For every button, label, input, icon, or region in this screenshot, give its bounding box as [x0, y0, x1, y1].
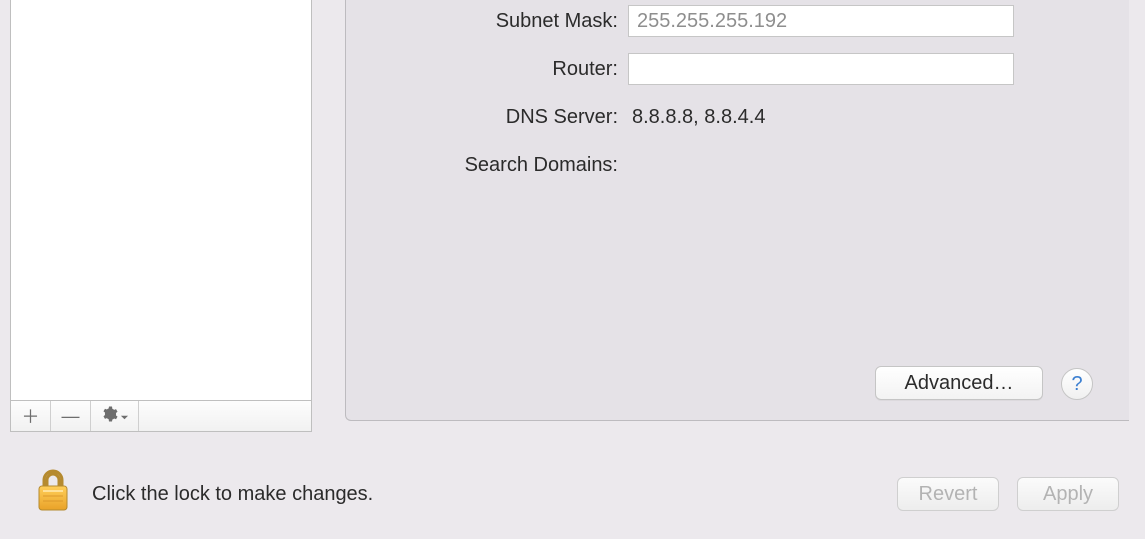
help-icon: ? — [1071, 373, 1082, 396]
toolbar-spacer — [139, 401, 311, 431]
gear-icon — [100, 405, 118, 428]
remove-interface-button[interactable]: — — [51, 401, 91, 431]
interface-actions-menu[interactable] — [91, 401, 139, 431]
search-domains-row: Search Domains: — [432, 148, 1072, 182]
add-interface-button[interactable]: ＋ — [11, 401, 51, 431]
window-footer: Click the lock to make changes. Revert A… — [0, 449, 1145, 539]
router-row: Router: — [432, 52, 1072, 86]
dns-server-row: DNS Server: 8.8.8.8, 8.8.4.4 — [432, 100, 1072, 134]
sidebar-toolbar: ＋ — — [11, 400, 311, 431]
router-field[interactable] — [628, 53, 1014, 85]
revert-button[interactable]: Revert — [897, 477, 999, 511]
router-label: Router: — [432, 58, 628, 81]
lock-icon[interactable] — [36, 469, 92, 519]
network-interfaces-panel: ＋ — — [10, 0, 312, 432]
advanced-button[interactable]: Advanced… — [875, 366, 1043, 400]
plus-icon: ＋ — [22, 403, 40, 429]
dns-server-label: DNS Server: — [432, 106, 628, 129]
lock-hint-text: Click the lock to make changes. — [92, 483, 879, 506]
interface-details-panel: Subnet Mask: 255.255.255.192 Router: DNS… — [345, 0, 1129, 421]
search-domains-value — [628, 154, 632, 176]
network-interfaces-list[interactable] — [11, 0, 311, 400]
search-domains-label: Search Domains: — [432, 154, 628, 177]
minus-icon: — — [62, 406, 80, 427]
network-settings-form: Subnet Mask: 255.255.255.192 Router: DNS… — [432, 4, 1072, 196]
subnet-mask-row: Subnet Mask: 255.255.255.192 — [432, 4, 1072, 38]
subnet-mask-label: Subnet Mask: — [432, 10, 628, 33]
apply-button[interactable]: Apply — [1017, 477, 1119, 511]
dns-server-value: 8.8.8.8, 8.8.4.4 — [628, 106, 765, 128]
chevron-down-icon — [118, 406, 129, 427]
help-button[interactable]: ? — [1061, 368, 1093, 400]
subnet-mask-field[interactable]: 255.255.255.192 — [628, 5, 1014, 37]
